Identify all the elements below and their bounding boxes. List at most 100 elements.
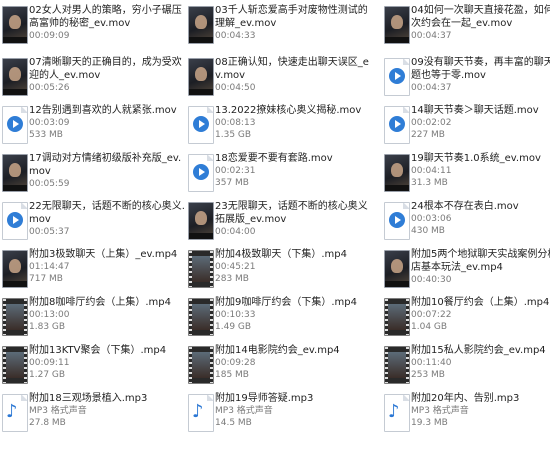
- file-item[interactable]: 02女人对男人的策略，穷小子碾压高富帅的秘密_ev.mov 00:09:09: [0, 2, 190, 50]
- file-name: 附加20年内、告别.mp3: [411, 393, 520, 404]
- file-name: 02女人对男人的策略，穷小子碾压高富帅的秘密_ev.mov: [29, 5, 182, 29]
- file-size: 1.35 GB: [215, 130, 252, 140]
- file-item[interactable]: 24根本不存在表白.mov 00:03:06 430 MB: [382, 198, 550, 246]
- file-item[interactable]: 09没有聊天节奏，再丰富的聊天话题也等于零.mov 00:04:37: [382, 54, 550, 102]
- file-duration: 00:09:11: [29, 358, 70, 368]
- file-duration: 00:02:31: [215, 166, 256, 176]
- file-size: 357 MB: [215, 178, 249, 188]
- file-meta: 24根本不存在表白.mov 00:03:06 430 MB: [411, 200, 550, 237]
- video-file-icon: [188, 106, 214, 144]
- file-meta: 附加15私人影院约会_ev.mp4 00:11:40 253 MB: [411, 344, 550, 381]
- file-item[interactable]: 附加5两个地狱聊天实战案例分析夜店基本玩法_ev.mp4 00:40:30: [382, 246, 550, 294]
- file-item[interactable]: 附加4极致聊天（下集）.mp4 00:45:21 283 MB: [186, 246, 376, 294]
- file-item[interactable]: 04如何一次聊天直接花盈，如何一次约会在一起_ev.mov 00:04:37: [382, 2, 550, 50]
- file-size: 533 MB: [29, 130, 63, 140]
- file-size: 27.8 MB: [29, 418, 66, 428]
- file-meta: 13.2022撩妹核心奥义揭秘.mov 00:08:13 1.35 GB: [215, 104, 376, 141]
- file-name: 04如何一次聊天直接花盈，如何一次约会在一起_ev.mov: [411, 5, 550, 29]
- video-thumbnail: [188, 58, 214, 96]
- file-name: 12告别遇到喜欢的人就紧张.mov: [29, 105, 177, 116]
- file-name: 23无限聊天，话题不断的核心奥义拓展版_ev.mov: [215, 201, 368, 225]
- file-size: 253 MB: [411, 370, 445, 380]
- file-meta: 附加18三观场景植入.mp3 MP3 格式声音 27.8 MB: [29, 392, 190, 429]
- file-item[interactable]: ♪ 附加18三观场景植入.mp3 MP3 格式声音 27.8 MB: [0, 390, 190, 438]
- file-name: 附加15私人影院约会_ev.mp4: [411, 345, 546, 356]
- file-duration: 00:04:11: [411, 166, 452, 176]
- file-meta: 附加19导师答疑.mp3 MP3 格式声音 14.5 MB: [215, 392, 376, 429]
- file-duration: 00:09:28: [215, 358, 256, 368]
- file-name: 19聊天节奏1.0系统_ev.mov: [411, 153, 541, 164]
- file-meta: 22无限聊天，话题不断的核心奥义.mov 00:05:37: [29, 200, 190, 238]
- file-duration: 01:14:47: [29, 262, 70, 272]
- film-icon: [188, 346, 214, 384]
- file-duration: 00:07:22: [411, 310, 452, 320]
- file-name: 附加10餐厅约会（上集）.mp4: [411, 297, 550, 308]
- file-meta: 18恋爱要不要有套路.mov 00:02:31 357 MB: [215, 152, 376, 189]
- video-file-icon: [384, 106, 410, 144]
- file-item[interactable]: 附加14电影院约会_ev.mp4 00:09:28 185 MB: [186, 342, 376, 390]
- video-thumbnail: [2, 6, 28, 44]
- file-meta: 02女人对男人的策略，穷小子碾压高富帅的秘密_ev.mov 00:09:09: [29, 4, 190, 42]
- file-name: 附加9咖啡厅约会（下集）.mp4: [215, 297, 357, 308]
- file-meta: 附加5两个地狱聊天实战案例分析夜店基本玩法_ev.mp4 00:40:30: [411, 248, 550, 286]
- film-icon: [188, 298, 214, 336]
- file-item[interactable]: 12告别遇到喜欢的人就紧张.mov 00:03:09 533 MB: [0, 102, 190, 150]
- file-item[interactable]: 07清晰聊天的正确目的，成为受欢迎的人_ev.mov 00:05:26: [0, 54, 190, 102]
- video-thumbnail: [384, 154, 410, 192]
- file-item[interactable]: 17调动对方情绪初级版补充版_ev.mov 00:05:59: [0, 150, 190, 198]
- file-name: 附加19导师答疑.mp3: [215, 393, 314, 404]
- file-name: 09没有聊天节奏，再丰富的聊天话题也等于零.mov: [411, 57, 550, 81]
- audio-file-icon: ♪: [384, 394, 410, 432]
- file-item[interactable]: 附加13KTV聚会（下集）.mp4 00:09:11 1.27 GB: [0, 342, 190, 390]
- file-duration: 00:03:09: [29, 118, 70, 128]
- file-meta: 附加3极致聊天（上集）_ev.mp4 01:14:47 717 MB: [29, 248, 190, 285]
- file-duration: MP3 格式声音: [29, 406, 87, 416]
- file-item[interactable]: ♪ 附加20年内、告别.mp3 MP3 格式声音 19.3 MB: [382, 390, 550, 438]
- file-duration: 00:08:13: [215, 118, 256, 128]
- file-item[interactable]: 08正确认知，快速走出聊天误区_ev.mov 00:04:50: [186, 54, 376, 102]
- file-name: 附加5两个地狱聊天实战案例分析夜店基本玩法_ev.mp4: [411, 249, 550, 273]
- file-item[interactable]: 附加8咖啡厅约会（上集）.mp4 00:13:00 1.83 GB: [0, 294, 190, 342]
- file-item[interactable]: 22无限聊天，话题不断的核心奥义.mov 00:05:37: [0, 198, 190, 246]
- file-duration: 00:09:09: [29, 31, 70, 41]
- file-duration: 00:05:26: [29, 83, 70, 93]
- file-size: 283 MB: [215, 274, 249, 284]
- file-size: 1.83 GB: [29, 322, 66, 332]
- file-item[interactable]: 23无限聊天，话题不断的核心奥义拓展版_ev.mov 00:04:00: [186, 198, 376, 246]
- file-duration: 00:04:33: [215, 31, 256, 41]
- file-item[interactable]: 14聊天节奏＞聊天话题.mov 00:02:02 227 MB: [382, 102, 550, 150]
- file-item[interactable]: 附加9咖啡厅约会（下集）.mp4 00:10:33 1.49 GB: [186, 294, 376, 342]
- file-meta: 14聊天节奏＞聊天话题.mov 00:02:02 227 MB: [411, 104, 550, 141]
- file-meta: 23无限聊天，话题不断的核心奥义拓展版_ev.mov 00:04:00: [215, 200, 376, 238]
- file-name: 18恋爱要不要有套路.mov: [215, 153, 333, 164]
- file-item[interactable]: 18恋爱要不要有套路.mov 00:02:31 357 MB: [186, 150, 376, 198]
- file-name: 14聊天节奏＞聊天话题.mov: [411, 105, 539, 116]
- file-meta: 07清晰聊天的正确目的，成为受欢迎的人_ev.mov 00:05:26: [29, 56, 190, 94]
- video-file-icon: [2, 202, 28, 240]
- file-item[interactable]: 03千人斩恋爱高手对废物性测试的理解_ev.mov 00:04:33: [186, 2, 376, 50]
- film-icon: [2, 346, 28, 384]
- video-thumbnail: [2, 154, 28, 192]
- file-meta: 08正确认知，快速走出聊天误区_ev.mov 00:04:50: [215, 56, 376, 94]
- file-meta: 附加4极致聊天（下集）.mp4 00:45:21 283 MB: [215, 248, 376, 285]
- file-item[interactable]: 附加15私人影院约会_ev.mp4 00:11:40 253 MB: [382, 342, 550, 390]
- file-duration: 00:40:30: [411, 275, 452, 285]
- video-thumbnail: [384, 6, 410, 44]
- file-meta: 17调动对方情绪初级版补充版_ev.mov 00:05:59: [29, 152, 190, 190]
- film-icon: [188, 250, 214, 288]
- file-size: 1.04 GB: [411, 322, 448, 332]
- file-size: 227 MB: [411, 130, 445, 140]
- video-thumbnail: [2, 250, 28, 288]
- file-item[interactable]: 附加10餐厅约会（上集）.mp4 00:07:22 1.04 GB: [382, 294, 550, 342]
- file-item[interactable]: ♪ 附加19导师答疑.mp3 MP3 格式声音 14.5 MB: [186, 390, 376, 438]
- file-item[interactable]: 附加3极致聊天（上集）_ev.mp4 01:14:47 717 MB: [0, 246, 190, 294]
- file-item[interactable]: 19聊天节奏1.0系统_ev.mov 00:04:11 31.3 MB: [382, 150, 550, 198]
- file-size: 185 MB: [215, 370, 249, 380]
- file-item[interactable]: 13.2022撩妹核心奥义揭秘.mov 00:08:13 1.35 GB: [186, 102, 376, 150]
- file-duration: 00:05:59: [29, 179, 70, 189]
- file-name: 附加8咖啡厅约会（上集）.mp4: [29, 297, 171, 308]
- audio-file-icon: ♪: [188, 394, 214, 432]
- file-duration: 00:03:06: [411, 214, 452, 224]
- file-name: 附加3极致聊天（上集）_ev.mp4: [29, 249, 178, 260]
- film-icon: [384, 298, 410, 336]
